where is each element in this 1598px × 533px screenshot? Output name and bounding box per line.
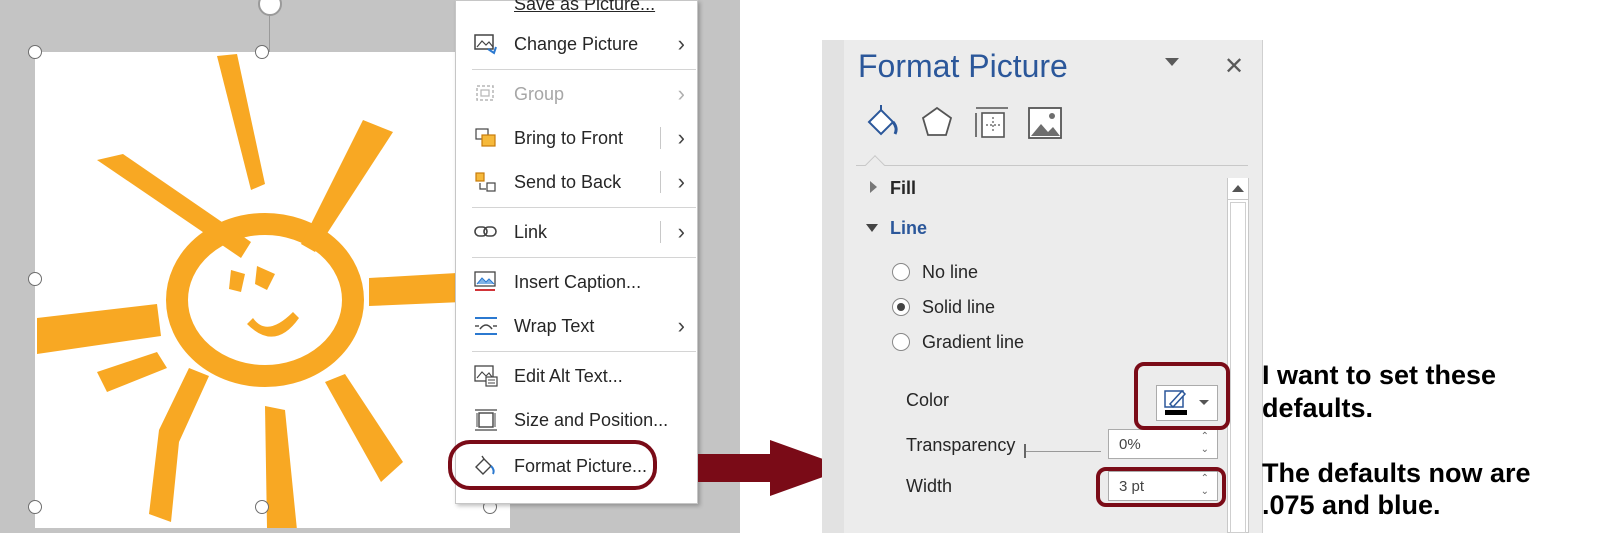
- submenu-divider: [660, 127, 661, 149]
- section-line[interactable]: Line: [890, 218, 927, 239]
- menu-separator: [472, 207, 696, 208]
- scroll-up-icon[interactable]: [1228, 178, 1248, 200]
- menu-item-save-as-picture[interactable]: Save as Picture...: [456, 0, 697, 23]
- menu-item-label: Wrap Text: [514, 316, 595, 336]
- menu-separator: [472, 69, 696, 70]
- menu-item-label: Edit Alt Text...: [514, 366, 623, 386]
- submenu-divider: [660, 221, 661, 243]
- chevron-right-icon: ›: [677, 81, 685, 106]
- wrap-text-icon: [474, 315, 498, 337]
- radio-label-no-line[interactable]: No line: [922, 262, 978, 283]
- tab-layout-properties[interactable]: [972, 104, 1010, 142]
- resize-handle-bottom-left[interactable]: [28, 500, 42, 514]
- menu-item-edit-alt-text[interactable]: Edit Alt Text...: [456, 357, 697, 395]
- submenu-divider: [660, 171, 661, 193]
- effects-icon: [921, 106, 953, 136]
- rotation-stem: [269, 14, 270, 52]
- menu-item-insert-caption[interactable]: Insert Caption...: [456, 263, 697, 301]
- radio-label-gradient-line[interactable]: Gradient line: [922, 332, 1024, 353]
- annotation-line-3: The defaults now are: [1262, 458, 1531, 488]
- menu-item-size-and-position[interactable]: Size and Position...: [456, 401, 697, 439]
- menu-separator: [472, 351, 696, 352]
- layout-properties-icon: [975, 107, 1008, 138]
- tab-divider: [856, 165, 1248, 166]
- scroll-thumb[interactable]: [1230, 202, 1246, 533]
- highlight-format-picture: [448, 440, 657, 490]
- menu-item-link[interactable]: Link ›: [456, 213, 697, 251]
- sun-picture[interactable]: [35, 52, 510, 530]
- highlight-color-button: [1134, 362, 1230, 430]
- highlight-width-field: [1096, 467, 1226, 507]
- bring-to-front-icon: [474, 127, 498, 149]
- menu-item-change-picture[interactable]: Change Picture ›: [456, 25, 697, 63]
- resize-handle-top-middle[interactable]: [255, 45, 269, 59]
- width-label: Width: [906, 476, 953, 496]
- send-to-back-icon: [474, 171, 498, 193]
- transparency-label: Transparency: [906, 435, 1016, 455]
- chevron-down-icon[interactable]: [1165, 58, 1179, 66]
- resize-handle-bottom-middle[interactable]: [255, 500, 269, 514]
- chevron-right-icon: ›: [677, 313, 685, 338]
- tab-effects[interactable]: [918, 104, 956, 142]
- resize-handle-middle-left[interactable]: [28, 272, 42, 286]
- tab-fill-line[interactable]: [863, 104, 901, 142]
- close-icon[interactable]: ✕: [1224, 52, 1244, 81]
- resize-handle-top-left[interactable]: [28, 45, 42, 59]
- annotation-line-2: defaults.: [1262, 393, 1374, 423]
- radio-gradient-line[interactable]: [892, 333, 910, 351]
- menu-item-wrap-text[interactable]: Wrap Text ›: [456, 307, 697, 345]
- menu-item-group[interactable]: Group ›: [456, 75, 697, 113]
- menu-item-label: Size and Position...: [514, 410, 669, 430]
- sun-drawing: [37, 54, 509, 530]
- group-icon: [474, 83, 498, 105]
- tab-picture[interactable]: [1026, 104, 1064, 142]
- transparency-spinner[interactable]: 0% ⌃ ⌄: [1108, 429, 1218, 459]
- screenshot: Save as Picture... Change Picture › Grou…: [0, 0, 1598, 533]
- radio-label-solid-line[interactable]: Solid line: [922, 297, 995, 318]
- spin-down-icon[interactable]: ⌄: [1201, 444, 1209, 455]
- link-icon: [474, 221, 498, 243]
- color-label: Color: [906, 390, 950, 410]
- pane-gutter: [822, 40, 844, 533]
- annotation-line-1: I want to set these: [1262, 360, 1497, 390]
- chevron-right-icon[interactable]: ›: [678, 125, 685, 151]
- menu-separator: [472, 257, 696, 258]
- radio-no-line[interactable]: [892, 263, 910, 281]
- menu-item-label: Insert Caption...: [514, 272, 642, 292]
- pane-title: Format Picture: [858, 48, 1068, 84]
- menu-item-label: Send to Back: [514, 172, 622, 192]
- size-position-icon: [474, 409, 498, 431]
- picture-icon: [1028, 107, 1062, 139]
- expand-icon[interactable]: [870, 181, 877, 193]
- menu-item-label: Group: [514, 84, 565, 104]
- menu-item-label: Save as Picture...: [514, 0, 656, 14]
- menu-item-label: Link: [514, 222, 548, 242]
- chevron-right-icon[interactable]: ›: [678, 219, 685, 245]
- chevron-right-icon: ›: [677, 31, 685, 56]
- menu-item-bring-to-front[interactable]: Bring to Front ›: [456, 119, 697, 157]
- transparency-slider-thumb[interactable]: [1024, 444, 1026, 458]
- change-picture-icon: [474, 33, 498, 55]
- fill-line-icon: [867, 105, 898, 136]
- section-fill[interactable]: Fill: [890, 178, 916, 199]
- annotation-line-4: .075 and blue.: [1262, 490, 1441, 520]
- transparency-value[interactable]: 0%: [1119, 436, 1141, 453]
- alt-text-icon: [474, 365, 498, 387]
- context-menu: Save as Picture... Change Picture › Grou…: [455, 0, 698, 504]
- menu-item-send-to-back[interactable]: Send to Back ›: [456, 163, 697, 201]
- spin-up-icon[interactable]: ⌃: [1201, 431, 1209, 442]
- chevron-right-icon[interactable]: ›: [678, 169, 685, 195]
- transparency-slider-track[interactable]: [1025, 451, 1101, 452]
- menu-item-label: Bring to Front: [514, 128, 624, 148]
- radio-solid-line[interactable]: [892, 298, 910, 316]
- menu-item-label: Change Picture: [514, 34, 639, 54]
- insert-caption-icon: [474, 271, 498, 293]
- collapse-icon[interactable]: [866, 224, 878, 232]
